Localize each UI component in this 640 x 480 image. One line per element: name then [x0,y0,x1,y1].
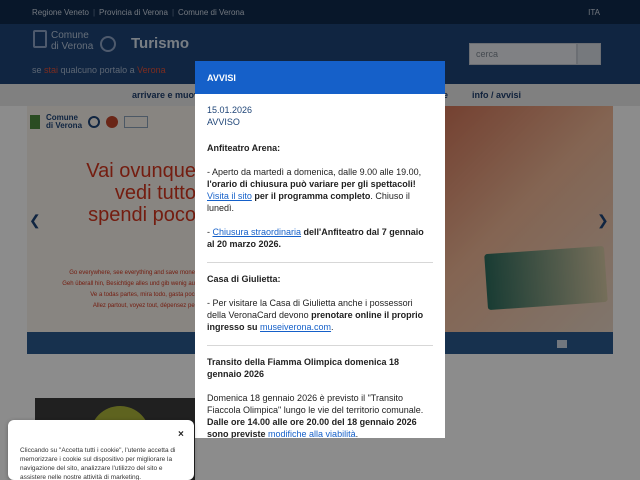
section-olympic-title: Transito della Fiamma Olimpica domenica … [207,357,400,379]
text-bold: Casa di Giulietta [207,274,278,284]
notice-date: 15.01.2026 [207,105,253,115]
alerts-modal: AVVISI 15.01.2026 AVVISO Anfiteatro Aren… [195,61,445,438]
closure-link[interactable]: Chiusura straordinaria [213,227,302,237]
text-fragment: . [355,429,359,438]
visit-site-link[interactable]: Visita il sito [207,191,252,201]
section-giulietta-title: Casa di Giulietta: [207,273,433,285]
giulietta-text: - Per visitare la Casa di Giulietta anch… [207,297,433,333]
modal-title: AVVISI [195,61,445,94]
museiverona-link[interactable]: museiverona.com [260,322,331,332]
text-fragment: : [277,274,281,284]
modal-body: 15.01.2026 AVVISO Anfiteatro Arena: - Ap… [195,94,445,438]
notice-kind: AVVISO [207,117,240,127]
divider [207,345,433,346]
olympic-text: Domenica 18 gennaio 2026 è previsto il "… [207,392,433,438]
text-fragment: Domenica 18 gennaio 2026 è previsto il "… [207,393,424,415]
divider [207,262,433,263]
cookie-banner: Cliccando su "Accetta tutti i cookie", l… [8,420,194,480]
text-bold: per il programma completo [251,191,371,201]
arena-closure-text: - Chiusura straordinaria dell'Anfiteatro… [207,226,433,250]
arena-hours-text: - Aperto da martedì a domenica, dalle 9.… [207,166,433,214]
text-fragment: - Aperto da martedì a domenica, dalle 9.… [207,167,422,177]
cookie-text: Cliccando su "Accetta tutti i cookie", l… [20,447,176,480]
traffic-changes-link[interactable]: modifiche alla viabilità [268,429,356,438]
text-fragment: . [331,322,334,332]
text-bold: l'orario di chiusura può variare per gli… [207,179,416,189]
close-icon[interactable]: × [178,429,184,440]
section-arena-title: Anfiteatro Arena: [207,143,281,153]
